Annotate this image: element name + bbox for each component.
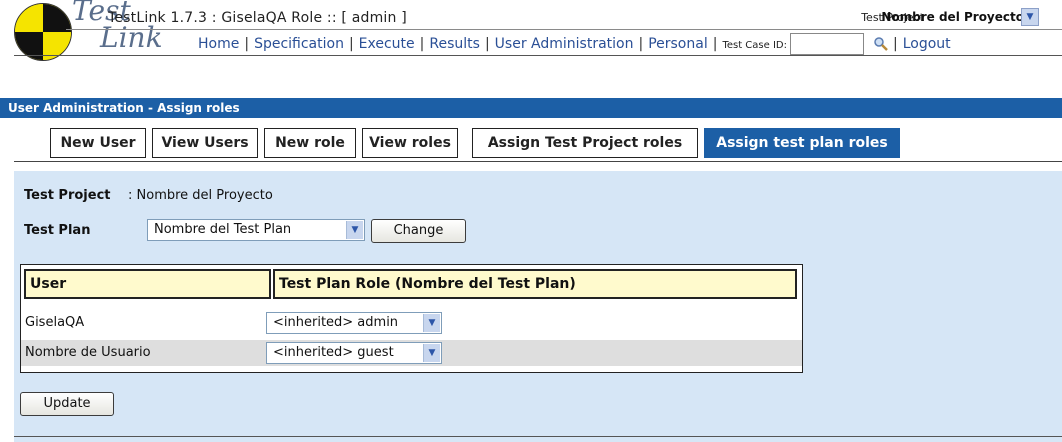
testlink-logo bbox=[14, 3, 72, 61]
update-button[interactable]: Update bbox=[20, 392, 114, 416]
test-case-id-label: Test Case ID: bbox=[722, 40, 787, 51]
table-row: GiselaQA <inherited> admin ▼ bbox=[21, 310, 802, 336]
footer-divider bbox=[14, 436, 1062, 437]
nav-personal[interactable]: Personal bbox=[648, 36, 708, 52]
nav-user-administration[interactable]: User Administration bbox=[495, 36, 634, 52]
role-select[interactable]: <inherited> admin ▼ bbox=[266, 312, 442, 334]
change-button[interactable]: Change bbox=[371, 219, 466, 243]
nav-results[interactable]: Results bbox=[429, 36, 480, 52]
test-project-value: : Nombre del Proyecto bbox=[128, 188, 273, 203]
test-project-select[interactable]: Nombre del Proyecto bbox=[881, 10, 1024, 24]
section-title-bar: User Administration - Assign roles bbox=[0, 98, 1062, 118]
tabs-divider bbox=[14, 161, 1062, 162]
tab-new-user[interactable]: New User bbox=[50, 128, 146, 158]
page-title: TestLink 1.7.3 : GiselaQA Role :: [ admi… bbox=[108, 10, 407, 26]
user-name-cell: GiselaQA bbox=[25, 315, 85, 330]
tab-view-users[interactable]: View Users bbox=[152, 128, 258, 158]
test-plan-field-label: Test Plan bbox=[24, 223, 91, 238]
nav-execute[interactable]: Execute bbox=[359, 36, 415, 52]
chevron-down-icon[interactable]: ▼ bbox=[1021, 8, 1039, 26]
column-header-user: User bbox=[24, 269, 271, 299]
header-divider bbox=[66, 29, 1062, 30]
tab-assign-test-project-roles[interactable]: Assign Test Project roles bbox=[472, 128, 698, 158]
column-header-test-plan-role: Test Plan Role (Nombre del Test Plan) bbox=[273, 269, 797, 299]
test-plan-select[interactable]: Nombre del Test Plan ▼ bbox=[147, 219, 365, 241]
roles-table: User Test Plan Role (Nombre del Test Pla… bbox=[20, 264, 803, 373]
test-project-field-label: Test Project bbox=[24, 188, 111, 203]
role-select-value: <inherited> guest bbox=[273, 345, 394, 360]
test-plan-select-value: Nombre del Test Plan bbox=[154, 222, 292, 237]
test-case-id-input[interactable] bbox=[789, 33, 864, 55]
tab-new-role[interactable]: New role bbox=[264, 128, 356, 158]
chevron-down-icon[interactable]: ▼ bbox=[423, 314, 440, 332]
tab-bar: New User View Users New role View roles … bbox=[0, 118, 1062, 162]
main-nav: Home | Specification | Execute | Results | User … bbox=[198, 33, 951, 55]
nav-specification[interactable]: Specification bbox=[254, 36, 344, 52]
role-select-value: <inherited> admin bbox=[273, 315, 399, 330]
tab-assign-test-plan-roles[interactable]: Assign test plan roles bbox=[704, 128, 900, 158]
tab-view-roles[interactable]: View roles bbox=[362, 128, 458, 158]
nav-divider bbox=[14, 55, 1062, 56]
nav-home[interactable]: Home bbox=[198, 36, 239, 52]
nav-logout[interactable]: Logout bbox=[903, 36, 951, 52]
table-row: Nombre de Usuario <inherited> guest ▼ bbox=[21, 340, 802, 366]
chevron-down-icon[interactable]: ▼ bbox=[346, 221, 363, 239]
user-name-cell: Nombre de Usuario bbox=[25, 345, 151, 360]
chevron-down-icon[interactable]: ▼ bbox=[423, 344, 440, 362]
search-icon[interactable] bbox=[874, 37, 888, 51]
role-select[interactable]: <inherited> guest ▼ bbox=[266, 342, 442, 364]
header-region: Test Link TestLink 1.7.3 : GiselaQA Role… bbox=[0, 0, 1062, 90]
